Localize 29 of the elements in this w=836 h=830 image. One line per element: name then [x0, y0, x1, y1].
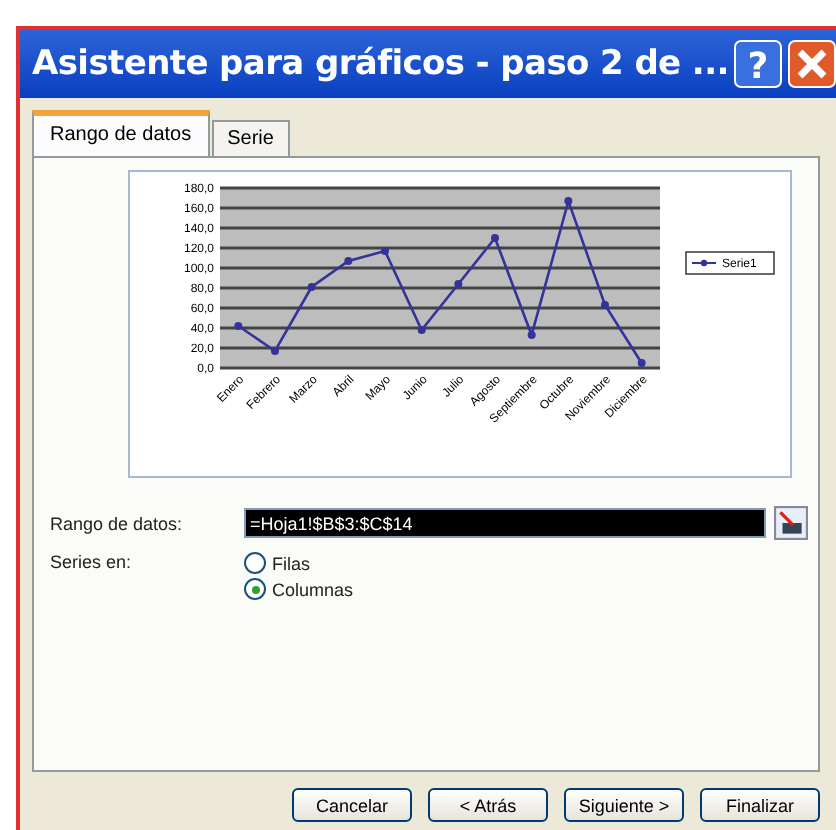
dialog-button[interactable]: Cancelar: [292, 788, 412, 822]
close-icon[interactable]: [788, 40, 836, 88]
data-point: [417, 326, 426, 334]
field-label: Series en:: [50, 552, 134, 572]
dialog-button[interactable]: < Atrás: [428, 788, 548, 822]
collapse-dialog-icon[interactable]: [774, 506, 808, 540]
data-point: [601, 301, 609, 309]
help-icon[interactable]: ?: [734, 40, 783, 88]
legend-box: [685, 251, 775, 275]
window-title: Asistente para gráficos - paso 2 de ...: [32, 44, 729, 84]
data-point: [527, 331, 536, 339]
tab[interactable]: Serie: [211, 120, 290, 156]
radio-option[interactable]: Filas: [244, 552, 354, 574]
dialog-button[interactable]: Finalizar: [700, 788, 820, 822]
range-input-field[interactable]: =Hoja1!$B$3:$C$14: [244, 508, 766, 538]
field-label: Rango de datos:: [50, 513, 185, 533]
data-point: [454, 280, 463, 288]
data-point: [271, 347, 279, 355]
data-point: [491, 234, 499, 242]
data-point: [234, 322, 243, 330]
tab[interactable]: Rango de datos: [32, 110, 210, 156]
dialog-button[interactable]: Siguiente >: [564, 788, 684, 822]
radio-option[interactable]: Columnas: [244, 578, 354, 600]
data-point: [344, 257, 353, 265]
data-point: [307, 283, 316, 291]
legend-marker-icon: [691, 259, 717, 267]
data-point: [637, 359, 646, 367]
data-point: [564, 197, 573, 205]
data-point: [381, 247, 389, 255]
